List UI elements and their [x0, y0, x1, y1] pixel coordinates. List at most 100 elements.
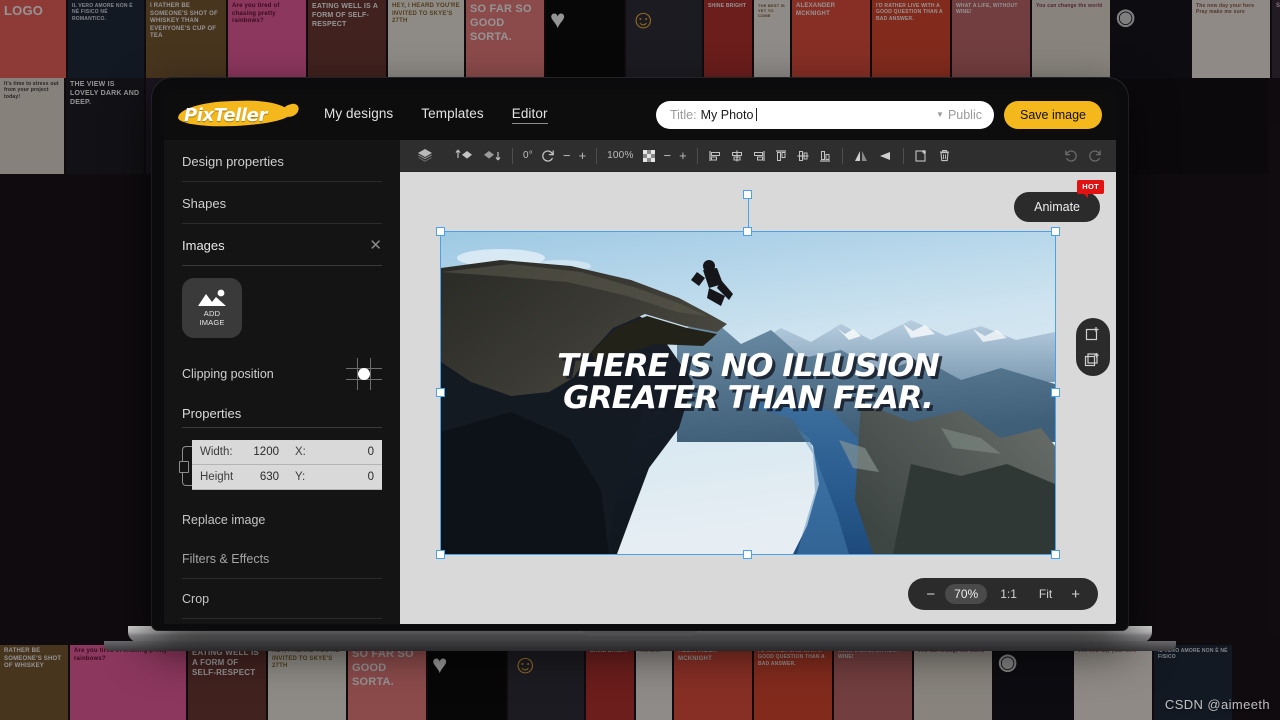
zoom-fit-button[interactable]: Fit: [1030, 584, 1061, 604]
laptop-foot: [104, 641, 1176, 651]
sidebar-label-shapes: Shapes: [182, 196, 227, 211]
quote-text-object[interactable]: THERE IS NO ILLUSION GREATER THAN FEAR.: [441, 351, 1055, 414]
link-aspect-ratio-icon[interactable]: [179, 446, 192, 486]
add-image-line1: ADD: [203, 308, 221, 318]
resize-handle-middle-left[interactable]: [436, 388, 445, 397]
clipping-position-grid[interactable]: [346, 358, 382, 390]
flip-vertical-icon[interactable]: [877, 149, 893, 163]
clipping-position-label: Clipping position: [182, 367, 274, 381]
add-image-button[interactable]: ADD IMAGE: [182, 278, 242, 338]
animate-control: Animate HOT: [1014, 180, 1104, 222]
watermark: CSDN @aimeeth: [1164, 697, 1270, 712]
pixteller-logo[interactable]: PixTeller: [177, 98, 291, 132]
resize-handle-bottom-left[interactable]: [436, 550, 445, 559]
visibility-dropdown[interactable]: ▼ Public: [936, 108, 982, 122]
rotation-group: 0° − +: [513, 149, 596, 163]
sidebar-item-shapes[interactable]: Shapes: [182, 182, 382, 224]
width-field[interactable]: Width: 1200: [192, 440, 287, 465]
rotation-increase-button[interactable]: +: [579, 149, 587, 162]
design-title-input[interactable]: Title: My Photo ▼ Public: [655, 101, 994, 129]
align-top-icon[interactable]: [774, 149, 788, 163]
sidebar-item-images[interactable]: Images ✕: [182, 224, 382, 266]
opacity-decrease-button[interactable]: −: [664, 149, 672, 162]
clipping-position-dot: [358, 368, 370, 380]
align-middle-vertical-icon[interactable]: [796, 149, 810, 163]
sidebar-item-filters-effects[interactable]: Filters & Effects: [182, 539, 382, 579]
height-value: 630: [259, 471, 279, 483]
align-bottom-icon[interactable]: [818, 149, 832, 163]
opacity-checkerboard-icon[interactable]: [642, 149, 656, 163]
history-group: [1064, 149, 1104, 163]
rotate-handle[interactable]: [743, 190, 752, 199]
resize-handle-top-right[interactable]: [1051, 227, 1060, 236]
clipping-position-row: Clipping position: [182, 348, 382, 398]
title-value: My Photo: [700, 108, 758, 122]
duplicate-icon[interactable]: [914, 148, 929, 163]
duplicate-frame-icon[interactable]: [1084, 351, 1102, 369]
add-frame-icon[interactable]: [1084, 325, 1102, 343]
add-image-label: ADD IMAGE: [199, 309, 224, 328]
editor-toolbar: 0° − + 100% − +: [400, 140, 1116, 172]
sidebar-item-crop[interactable]: Crop: [182, 579, 382, 619]
resize-handle-middle-right[interactable]: [1051, 388, 1060, 397]
flip-group: [843, 149, 903, 163]
resize-handle-bottom-right[interactable]: [1051, 550, 1060, 559]
rotation-decrease-button[interactable]: −: [563, 149, 571, 162]
save-image-button[interactable]: Save image: [1003, 101, 1102, 129]
opacity-group: 100% − +: [597, 149, 697, 163]
resize-handle-top-center[interactable]: [743, 227, 752, 236]
zoom-in-button[interactable]: +: [1065, 587, 1086, 602]
sidebar-label-images: Images: [182, 238, 225, 253]
sidebar-item-replace-image[interactable]: Replace image: [182, 500, 382, 539]
x-field[interactable]: X: 0: [287, 440, 382, 465]
position-column: X: 0 Y: 0: [287, 440, 382, 490]
align-center-horizontal-icon[interactable]: [730, 149, 744, 163]
delete-icon[interactable]: [937, 148, 952, 163]
y-field[interactable]: Y: 0: [287, 465, 382, 490]
canvas-stage[interactable]: Animate HOT THERE IS NO ILLUSION GREATER…: [400, 172, 1116, 624]
selected-image-object[interactable]: THERE IS NO ILLUSION GREATER THAN FEAR.: [436, 190, 1060, 559]
main-nav: My designs Templates Editor: [324, 106, 548, 124]
width-value: 1200: [253, 446, 279, 458]
brand-name: PixTeller: [184, 104, 267, 126]
properties-header: Properties: [182, 398, 382, 428]
zoom-level[interactable]: 70%: [945, 583, 988, 605]
frame-tools: [1076, 318, 1110, 376]
opacity-value: 100%: [607, 150, 634, 161]
nav-templates[interactable]: Templates: [421, 106, 483, 124]
zoom-actual-size-button[interactable]: 1:1: [991, 584, 1026, 604]
sidebar-item-mask[interactable]: Mask: [182, 619, 382, 624]
rotate-icon[interactable]: [541, 149, 555, 163]
laptop-lid: PixTeller My designs Templates Editor Ti…: [152, 78, 1128, 630]
flip-horizontal-icon[interactable]: [853, 149, 869, 163]
bring-forward-icon[interactable]: [454, 148, 474, 164]
height-label: Height: [200, 471, 234, 483]
zoom-out-button[interactable]: −: [920, 587, 941, 602]
x-label: X:: [295, 446, 306, 458]
width-label: Width:: [200, 446, 233, 458]
align-left-icon[interactable]: [708, 149, 722, 163]
resize-handle-bottom-center[interactable]: [743, 550, 752, 559]
rotation-value: 0°: [523, 150, 533, 161]
y-value: 0: [367, 471, 374, 483]
laptop-mockup: PixTeller My designs Templates Editor Ti…: [104, 78, 1176, 651]
undo-icon[interactable]: [1064, 149, 1078, 163]
size-column: Width: 1200 Height 630: [192, 440, 287, 490]
chevron-down-icon: ▼: [936, 110, 944, 119]
align-right-icon[interactable]: [752, 149, 766, 163]
opacity-increase-button[interactable]: +: [679, 149, 687, 162]
title-area: Title: My Photo ▼ Public Save image: [655, 101, 1102, 129]
object-actions-group: [904, 148, 962, 163]
sidebar-item-design-properties[interactable]: Design properties: [182, 140, 382, 182]
close-icon[interactable]: ✕: [369, 238, 382, 253]
nav-my-designs[interactable]: My designs: [324, 106, 393, 124]
height-field[interactable]: Height 630: [192, 465, 287, 490]
nav-editor[interactable]: Editor: [511, 106, 548, 124]
app-header: PixTeller My designs Templates Editor Ti…: [164, 90, 1116, 140]
send-backward-icon[interactable]: [482, 148, 502, 164]
redo-icon[interactable]: [1088, 149, 1102, 163]
resize-handle-top-left[interactable]: [436, 227, 445, 236]
quote-line-1: THERE IS NO ILLUSION: [557, 348, 940, 385]
layers-stack-icon[interactable]: [416, 147, 434, 165]
artboard-image: THERE IS NO ILLUSION GREATER THAN FEAR.: [441, 232, 1055, 554]
